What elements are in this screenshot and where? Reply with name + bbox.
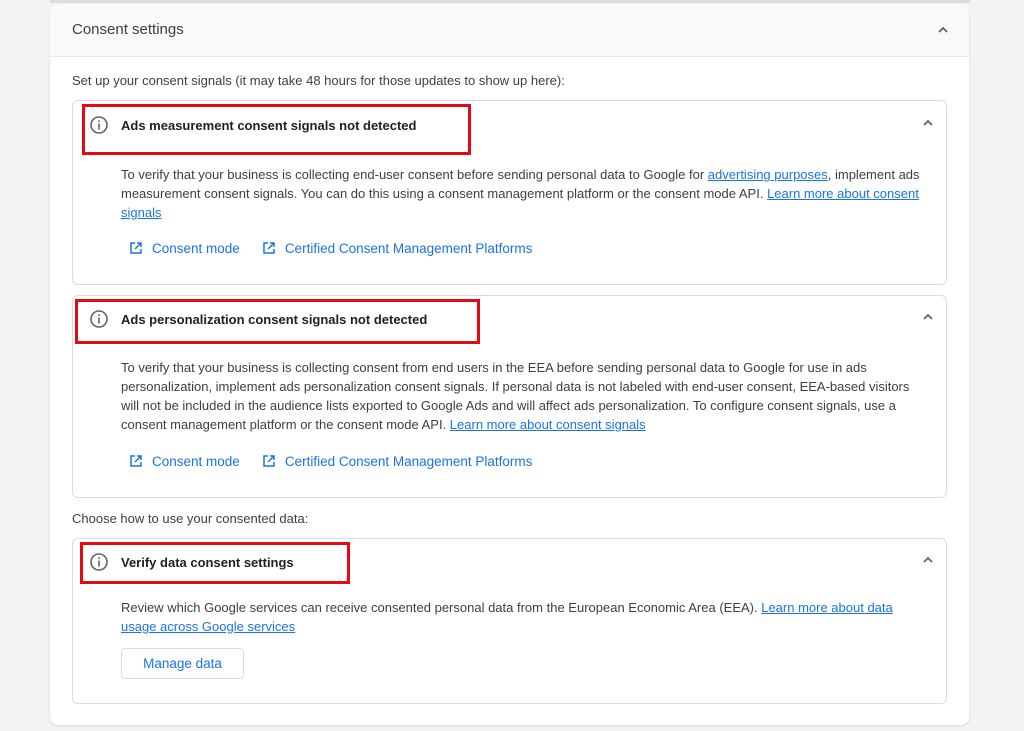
card-links: Consent mode Certified Consent Managemen… xyxy=(129,451,554,471)
learn-more-link[interactable]: Learn more about consent signals xyxy=(450,417,646,432)
consent-mode-link[interactable]: Consent mode xyxy=(129,241,240,256)
card-description: To verify that your business is collecti… xyxy=(121,360,910,432)
panel-header[interactable]: Consent settings xyxy=(50,4,969,57)
ads-measurement-card: Ads measurement consent signals not dete… xyxy=(72,100,947,285)
highlight-box xyxy=(80,542,350,584)
link-label: Certified Consent Management Platforms xyxy=(284,453,533,469)
card-description: To verify that your business is collecti… xyxy=(121,167,920,220)
chevron-up-icon[interactable] xyxy=(921,116,935,130)
open-in-new-icon xyxy=(263,242,275,254)
link-label: Consent mode xyxy=(152,453,240,469)
open-in-new-icon xyxy=(130,242,142,254)
chevron-up-icon[interactable] xyxy=(921,310,935,324)
link-label: Certified Consent Management Platforms xyxy=(284,240,533,256)
panel-title: Consent settings xyxy=(72,21,184,38)
consent-mode-link[interactable]: Consent mode xyxy=(129,454,240,469)
card-description: Review which Google services can receive… xyxy=(121,600,893,634)
open-in-new-icon xyxy=(130,455,142,467)
card-links: Consent mode Certified Consent Managemen… xyxy=(129,238,554,258)
top-divider xyxy=(50,0,970,3)
link-label: Consent mode xyxy=(152,240,240,256)
intro-text: Set up your consent signals (it may take… xyxy=(72,73,565,88)
consent-settings-panel: Consent settings Set up your consent sig… xyxy=(50,4,969,725)
certified-cmp-link[interactable]: Certified Consent Management Platforms xyxy=(262,453,533,469)
highlight-box xyxy=(75,299,480,344)
advertising-purposes-link[interactable]: advertising purposes xyxy=(708,167,828,182)
verify-data-consent-card: Verify data consent settings Review whic… xyxy=(72,538,947,704)
chevron-up-icon[interactable] xyxy=(921,553,935,567)
highlight-box xyxy=(82,104,471,155)
certified-cmp-link[interactable]: Certified Consent Management Platforms xyxy=(262,240,533,256)
choose-label: Choose how to use your consented data: xyxy=(72,511,309,526)
ads-personalization-card: Ads personalization consent signals not … xyxy=(72,295,947,498)
manage-data-button[interactable]: Manage data xyxy=(121,648,244,679)
open-in-new-icon xyxy=(263,455,275,467)
chevron-up-icon[interactable] xyxy=(936,23,950,37)
